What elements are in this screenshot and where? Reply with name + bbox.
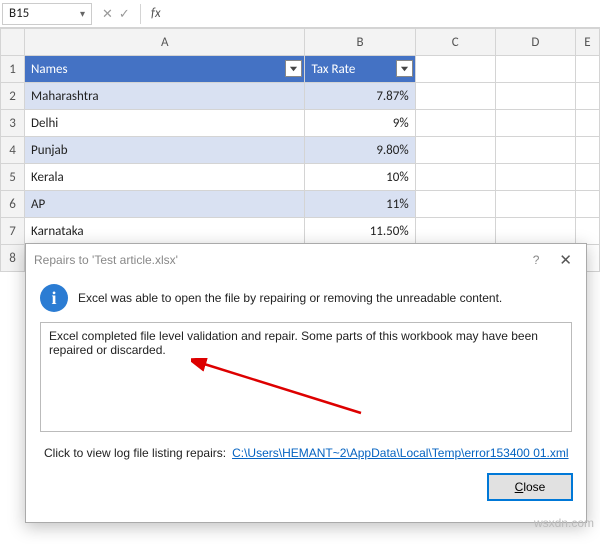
cell-name[interactable]: AP	[25, 191, 305, 218]
row-header[interactable]: 3	[1, 110, 25, 137]
cell-name[interactable]: Maharashtra	[25, 83, 305, 110]
filter-dropdown-icon[interactable]	[285, 60, 302, 77]
col-header-A[interactable]: A	[25, 29, 305, 56]
cell-reference: B15	[9, 6, 29, 21]
info-icon: i	[40, 284, 68, 312]
cell-name[interactable]: Delhi	[25, 110, 305, 137]
row-header[interactable]: 7	[1, 218, 25, 245]
cell[interactable]	[495, 83, 575, 110]
cell[interactable]	[495, 164, 575, 191]
repairs-dialog: Repairs to 'Test article.xlsx' ? ✕ i Exc…	[25, 243, 587, 523]
log-file-link[interactable]: C:\Users\HEMANT~2\AppData\Local\Temp\err…	[232, 446, 568, 460]
log-link-row: Click to view log file listing repairs: …	[40, 442, 572, 474]
cell[interactable]	[575, 137, 599, 164]
dialog-button-row: Close	[40, 474, 572, 512]
cell[interactable]	[415, 83, 495, 110]
cell[interactable]	[575, 164, 599, 191]
insert-function-button[interactable]: fx	[145, 6, 167, 21]
cancel-formula-icon[interactable]: ✕	[102, 6, 113, 22]
repair-details-box[interactable]: Excel completed file level validation an…	[40, 322, 572, 432]
cell[interactable]	[575, 191, 599, 218]
cell[interactable]	[415, 191, 495, 218]
cell-rate[interactable]: 7.87%	[305, 83, 415, 110]
formula-bar-buttons: ✕ ✓	[96, 6, 136, 22]
table-row[interactable]: 2 Maharashtra 7.87%	[1, 83, 600, 110]
table-row[interactable]: 5 Kerala 10%	[1, 164, 600, 191]
filter-dropdown-icon[interactable]	[396, 60, 413, 77]
cell-name[interactable]: Punjab	[25, 137, 305, 164]
table-row[interactable]: 6 AP 11%	[1, 191, 600, 218]
cell-rate[interactable]: 9%	[305, 110, 415, 137]
cell[interactable]	[415, 218, 495, 245]
table-row[interactable]: 4 Punjab 9.80%	[1, 137, 600, 164]
cell[interactable]	[495, 191, 575, 218]
spreadsheet-grid[interactable]: A B C D E 1 Names Tax Rate 2 Maharashtra…	[0, 28, 600, 272]
cell[interactable]	[575, 83, 599, 110]
cell-rate[interactable]: 11%	[305, 191, 415, 218]
name-box[interactable]: B15 ▾	[2, 3, 92, 25]
row-header[interactable]: 6	[1, 191, 25, 218]
row-header[interactable]: 5	[1, 164, 25, 191]
row-header[interactable]: 1	[1, 56, 25, 83]
cell[interactable]	[415, 137, 495, 164]
close-icon[interactable]: ✕	[553, 249, 578, 271]
cell[interactable]	[495, 56, 575, 83]
cell[interactable]	[575, 56, 599, 83]
col-header-D[interactable]: D	[495, 29, 575, 56]
cell[interactable]	[495, 218, 575, 245]
cell-rate[interactable]: 9.80%	[305, 137, 415, 164]
select-all-corner[interactable]	[1, 29, 25, 56]
log-link-label: Click to view log file listing repairs:	[44, 446, 226, 460]
close-button[interactable]: Close	[488, 474, 572, 500]
table-row[interactable]: 1 Names Tax Rate	[1, 56, 600, 83]
cell-name[interactable]: Karnataka	[25, 218, 305, 245]
cell-rate[interactable]: 11.50%	[305, 218, 415, 245]
table-row[interactable]: 3 Delhi 9%	[1, 110, 600, 137]
formula-input[interactable]	[167, 3, 600, 25]
cell[interactable]	[575, 218, 599, 245]
table-row[interactable]: 7 Karnataka 11.50%	[1, 218, 600, 245]
watermark: wsxdn.com	[534, 516, 594, 530]
dialog-message: Excel was able to open the file by repai…	[78, 291, 502, 305]
col-header-B[interactable]: B	[305, 29, 415, 56]
repair-details-text: Excel completed file level validation an…	[49, 329, 538, 357]
annotation-arrow-icon	[191, 358, 371, 418]
formula-bar: B15 ▾ ✕ ✓ fx	[0, 0, 600, 28]
row-header[interactable]: 2	[1, 83, 25, 110]
col-header-E[interactable]: E	[575, 29, 599, 56]
cell-name[interactable]: Kerala	[25, 164, 305, 191]
table-header-label: Tax Rate	[311, 62, 355, 77]
dialog-body: i Excel was able to open the file by rep…	[26, 276, 586, 522]
cell[interactable]	[575, 110, 599, 137]
cell[interactable]	[415, 164, 495, 191]
cell[interactable]	[415, 110, 495, 137]
dialog-titlebar[interactable]: Repairs to 'Test article.xlsx' ? ✕	[26, 244, 586, 276]
cell-rate[interactable]: 10%	[305, 164, 415, 191]
table-header-tax[interactable]: Tax Rate	[305, 56, 415, 83]
table-header-label: Names	[31, 62, 68, 77]
enter-formula-icon[interactable]: ✓	[119, 6, 130, 22]
cell[interactable]	[495, 137, 575, 164]
row-header[interactable]: 8	[1, 245, 25, 272]
divider	[140, 4, 141, 24]
cell[interactable]	[495, 110, 575, 137]
dialog-message-row: i Excel was able to open the file by rep…	[40, 280, 572, 322]
name-box-dropdown-icon[interactable]: ▾	[80, 7, 85, 20]
table-header-names[interactable]: Names	[25, 56, 305, 83]
cell[interactable]	[415, 56, 495, 83]
help-button[interactable]: ?	[533, 253, 540, 267]
col-header-C[interactable]: C	[415, 29, 495, 56]
column-header-row: A B C D E	[1, 29, 600, 56]
dialog-title: Repairs to 'Test article.xlsx'	[34, 253, 533, 267]
row-header[interactable]: 4	[1, 137, 25, 164]
